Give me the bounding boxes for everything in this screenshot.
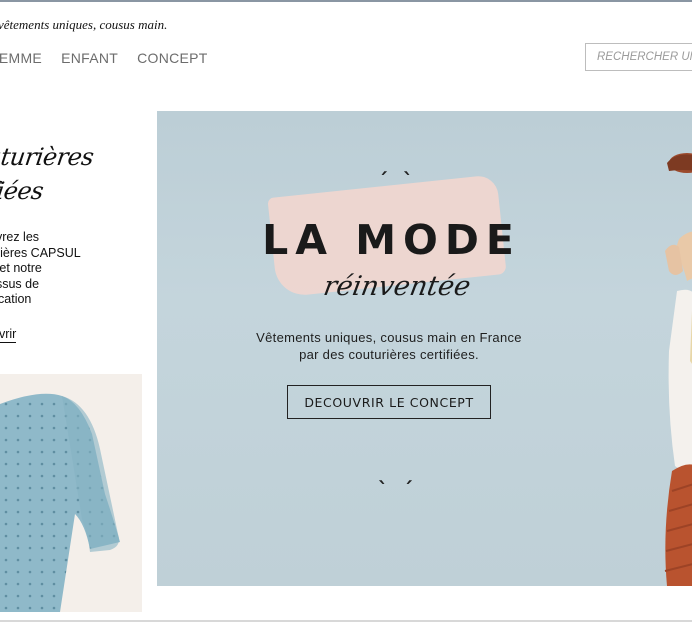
nav-item-concept[interactable]: CONCEPT xyxy=(137,50,208,66)
dress-product-image[interactable] xyxy=(0,374,142,612)
promo-text-line: ification xyxy=(0,292,32,307)
hero-subtitle: Vêtements uniques, cousus main en France… xyxy=(219,329,559,363)
quote-open-icon: ˏ ˎ xyxy=(378,151,417,175)
hero-title: LA MODE xyxy=(262,216,521,264)
hero-subtitle-line-2: par des couturières certifiées. xyxy=(299,347,479,362)
top-border xyxy=(0,0,692,2)
blue-dress-illustration xyxy=(0,374,142,612)
promo-text-line: essus de xyxy=(0,276,40,291)
hero-subtitle-line-1: Vêtements uniques, cousus main en France xyxy=(256,330,522,345)
hero-banner: ˏ ˎ LA MODE réinventée Vêtements uniques… xyxy=(157,111,692,586)
promo-title-line-2: tifiées xyxy=(0,177,46,205)
promo-text-line: uvrez les xyxy=(0,230,40,244)
promo-discover-link[interactable]: uvrir xyxy=(0,327,17,343)
site-tagline: vêtements uniques, cousus main. xyxy=(0,17,168,32)
search-input[interactable] xyxy=(585,43,692,71)
bottom-border xyxy=(0,620,692,622)
nav-item-enfant[interactable]: ENFANT xyxy=(61,50,118,66)
promo-title-line-1: outurières xyxy=(0,143,96,171)
model-photo xyxy=(664,153,692,586)
promo-text: uvrez les urières CAPSUL o et notre essu… xyxy=(0,230,129,308)
quote-close-icon: ˎ ˏ xyxy=(378,460,417,484)
promo-title: outurières tifiées xyxy=(0,140,112,208)
discover-concept-button[interactable]: DECOUVRIR LE CONCEPT xyxy=(287,385,491,419)
nav-item-femme[interactable]: FEMME xyxy=(0,50,42,66)
promo-text-line: o et notre xyxy=(0,261,42,276)
main-nav: FEMME ENFANT CONCEPT xyxy=(0,50,227,66)
promo-text-line: urières CAPSUL xyxy=(0,245,81,260)
hero-script: réinventée xyxy=(321,271,473,302)
